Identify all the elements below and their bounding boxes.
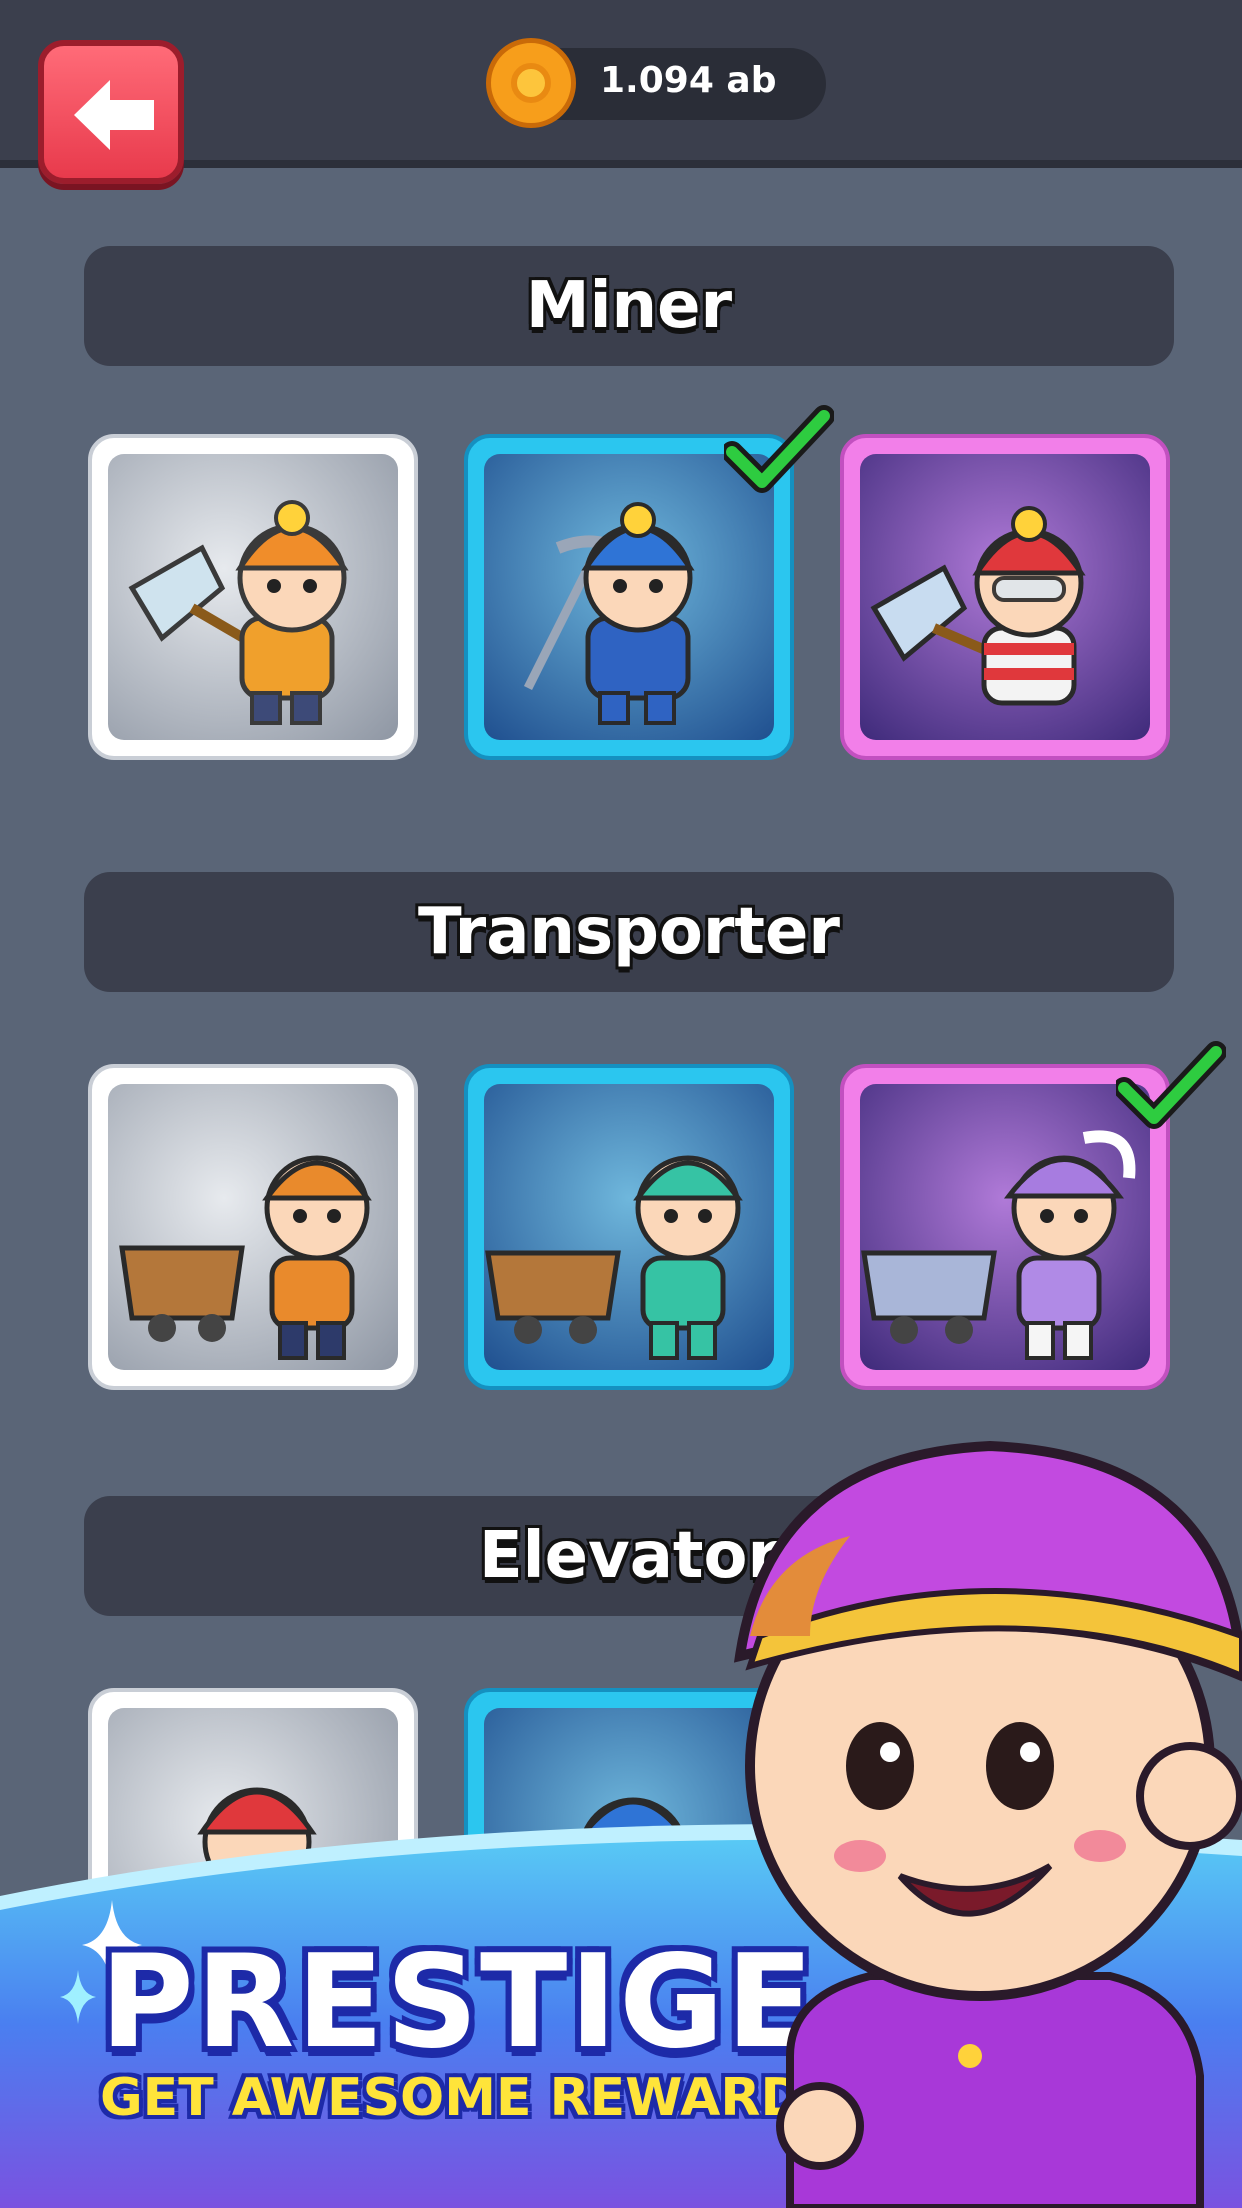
selected-checkmark-icon [1116,1041,1226,1129]
section-header-transporter: Transporter [84,872,1174,992]
section-title: Transporter [418,895,840,969]
mascot-character-icon [733,1440,1242,2208]
miner-character-icon [870,506,1086,706]
section-header-miner: Miner [84,246,1174,366]
transporter-character-icon [119,1155,372,1360]
transporter-character-icon [485,1155,743,1360]
back-button[interactable] [38,40,184,184]
section-title: Miner [525,269,733,343]
coin-icon [486,38,576,128]
selected-checkmark-icon [724,405,834,493]
skin-card-transporter-rare[interactable] [464,1064,794,1390]
miner-character-icon [128,500,349,725]
promo-title: PRESTIGE [100,1928,816,2077]
skin-card-miner-common[interactable] [88,434,418,760]
skin-card-miner-epic[interactable] [840,434,1170,760]
skin-card-transporter-common[interactable] [88,1064,418,1390]
coin-balance: 1.094 ab [600,60,777,101]
back-arrow-icon [74,80,154,150]
sparkle-icon [60,1970,96,2024]
